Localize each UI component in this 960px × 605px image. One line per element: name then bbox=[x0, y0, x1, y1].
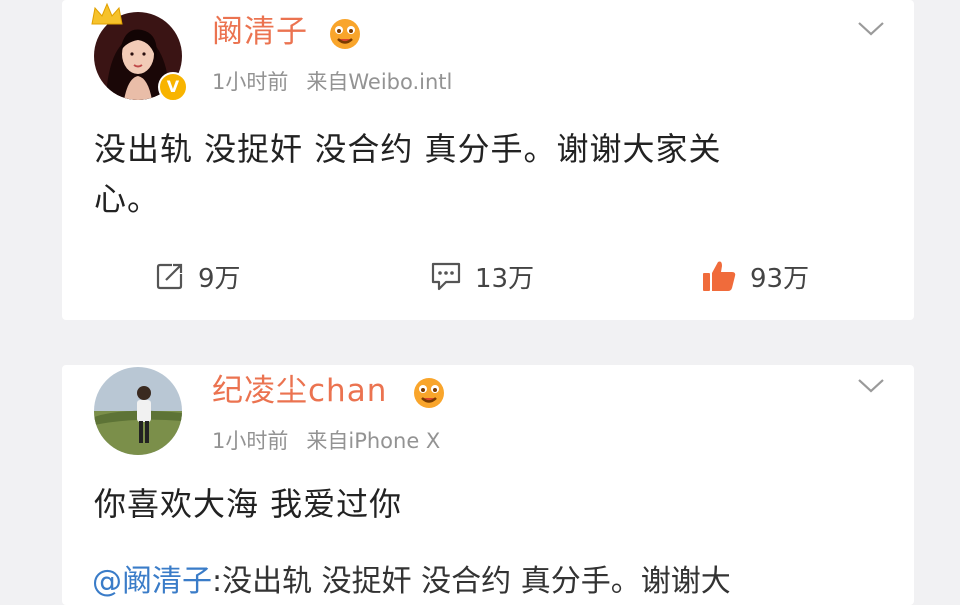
post-meta: 1小时前 来自Weibo.intl bbox=[212, 68, 470, 96]
quoted-post[interactable]: @阚清子:没出轨 没捉奸 没合约 真分手。谢谢大 bbox=[92, 560, 731, 604]
repost-count: 9万 bbox=[198, 263, 241, 294]
chevron-down-icon[interactable] bbox=[856, 375, 886, 395]
mention-link[interactable]: @阚清子 bbox=[92, 564, 212, 599]
comment-button[interactable]: 13万 bbox=[429, 256, 534, 296]
verified-icon: V bbox=[158, 72, 188, 102]
post-source: 来自Weibo.intl bbox=[306, 70, 453, 94]
post-content: 没出轨 没捉奸 没合约 真分手。谢谢大家关 心。 bbox=[94, 124, 722, 224]
weibo-post-card: V 阚清子 1小时前 来自Weibo.intl 没出轨 没捉奸 没合约 真分手。谢… bbox=[62, 0, 914, 320]
quoted-text: :没出轨 没捉奸 没合约 真分手。谢谢大 bbox=[212, 564, 731, 599]
like-count: 93万 bbox=[750, 263, 810, 294]
comment-count: 13万 bbox=[475, 263, 535, 294]
post-time: 1小时前 bbox=[212, 429, 289, 453]
post-content: 你喜欢大海 我爱过你 bbox=[94, 479, 402, 529]
post-content-line: 没出轨 没捉奸 没合约 真分手。谢谢大家关 bbox=[94, 130, 722, 168]
post-content-line: 你喜欢大海 我爱过你 bbox=[94, 485, 403, 523]
repost-icon bbox=[156, 263, 183, 290]
like-button[interactable]: 93万 bbox=[700, 256, 809, 296]
thumbs-up-icon bbox=[703, 261, 736, 291]
comment-icon bbox=[431, 262, 461, 291]
vip-badge-icon bbox=[414, 378, 444, 408]
chevron-down-icon[interactable] bbox=[856, 18, 886, 38]
avatar[interactable] bbox=[94, 367, 182, 455]
username[interactable]: 阚清子 bbox=[212, 12, 308, 52]
repost-button[interactable]: 9万 bbox=[154, 256, 241, 296]
username[interactable]: 纪凌尘chan bbox=[212, 371, 387, 411]
post-source: 来自iPhone X bbox=[306, 429, 441, 453]
crown-icon bbox=[91, 2, 123, 25]
vip-badge-icon bbox=[330, 19, 360, 49]
post-meta: 1小时前 来自iPhone X bbox=[212, 427, 458, 455]
post-content-line: 心。 bbox=[94, 180, 161, 218]
post-time: 1小时前 bbox=[212, 70, 289, 94]
